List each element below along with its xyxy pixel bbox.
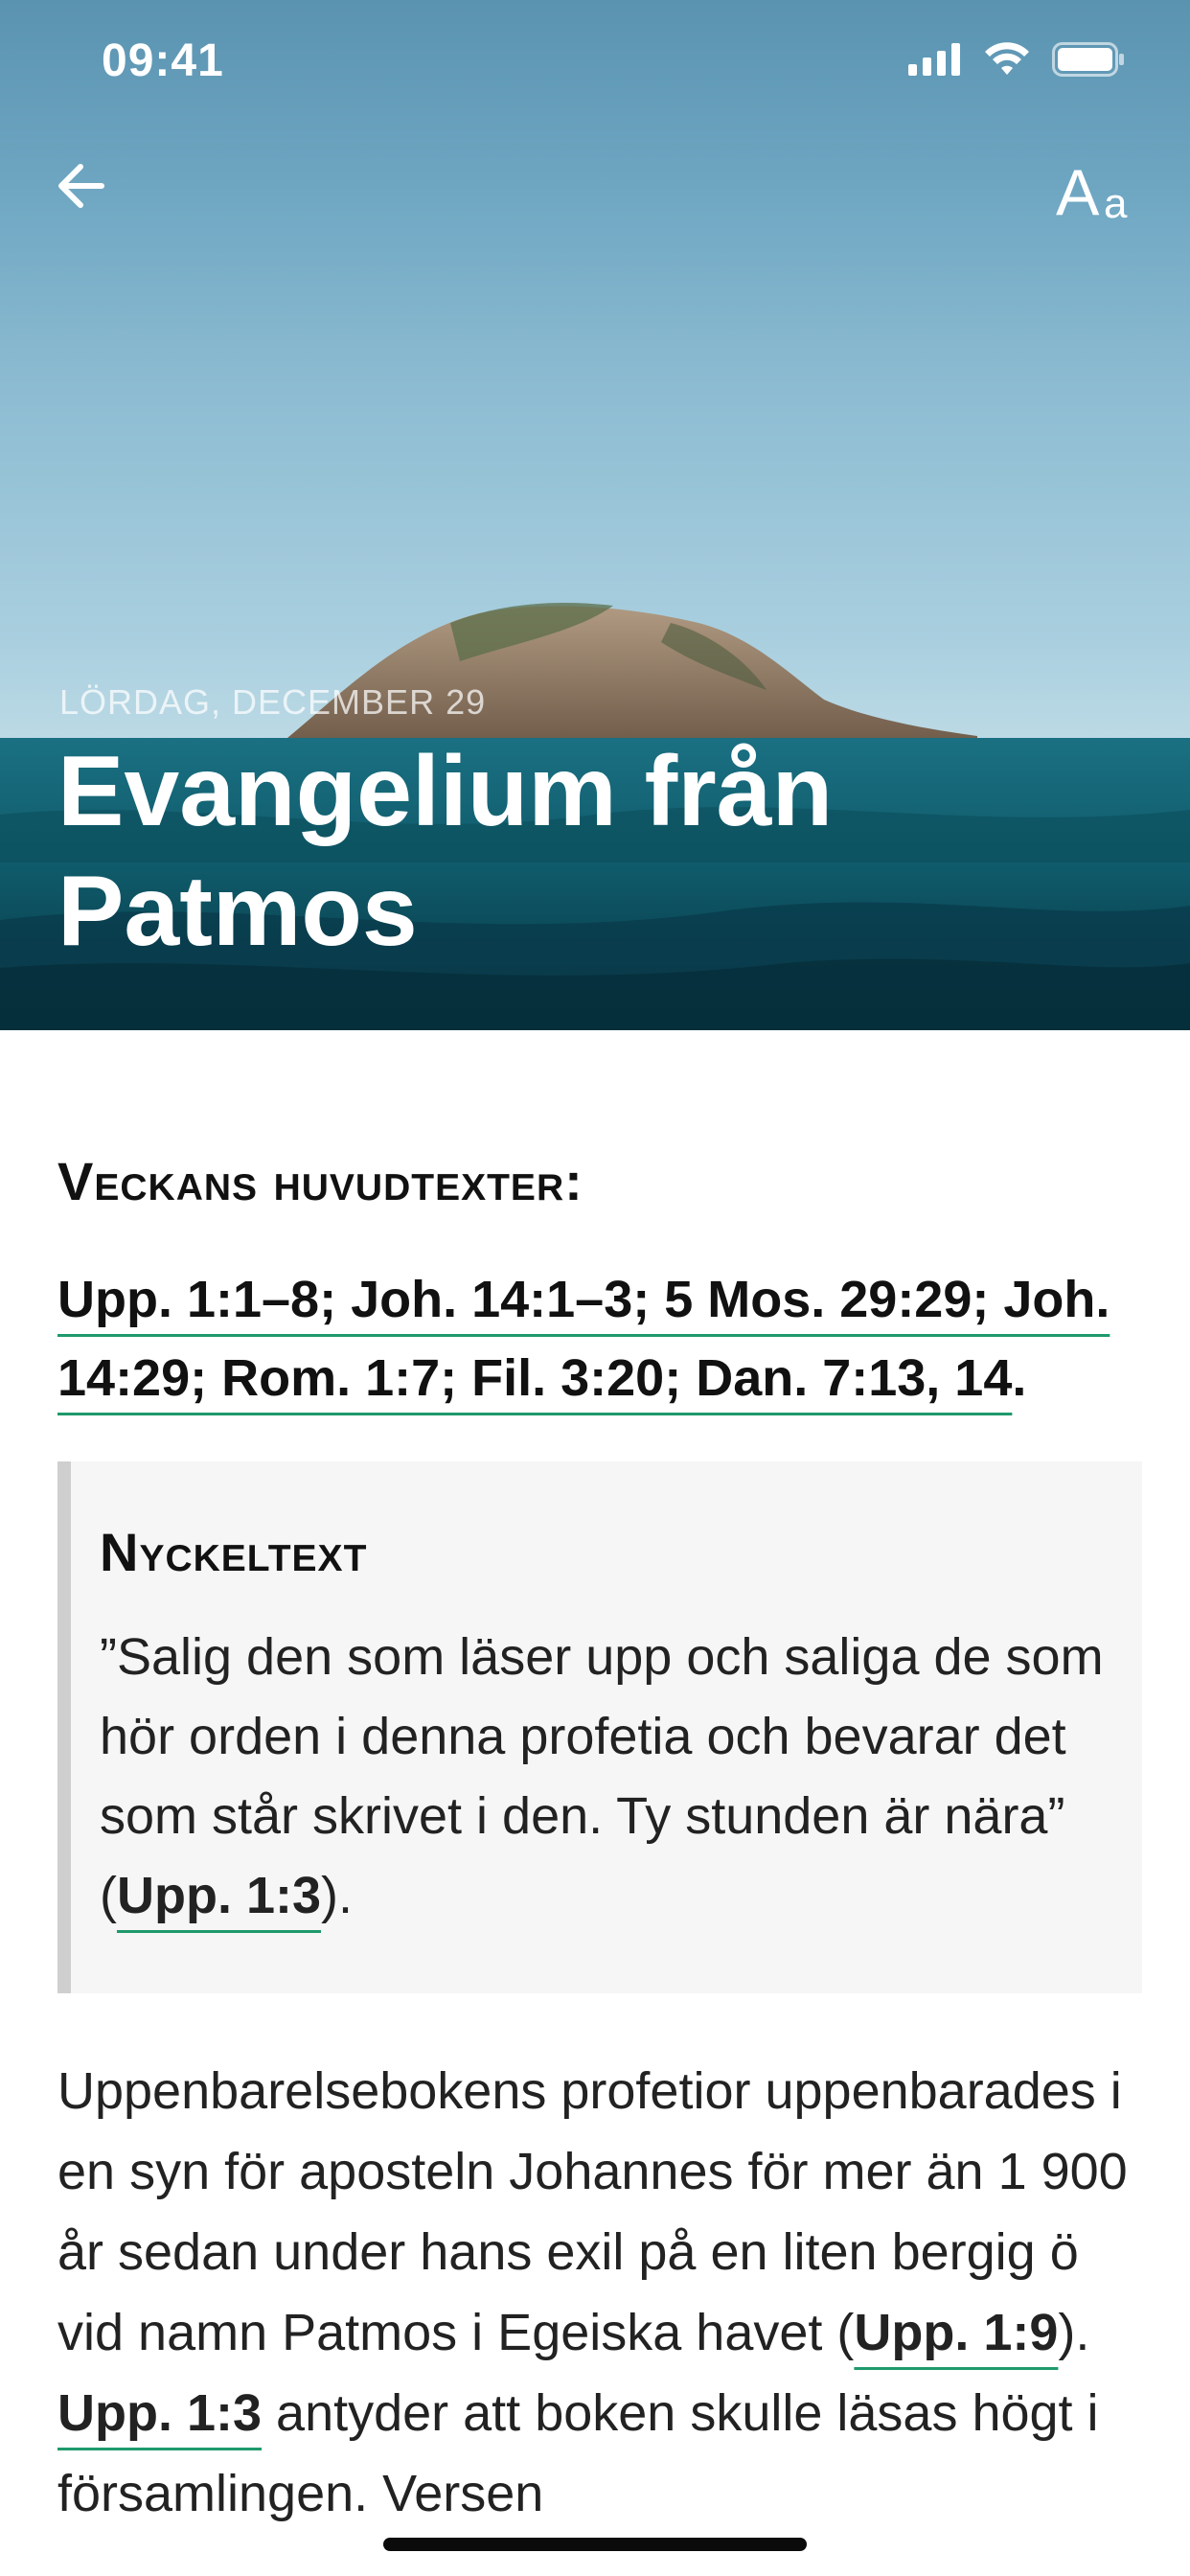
body-ref-2[interactable]: Upp. 1:3 [57,2384,262,2442]
key-text-quote: ”Salig den som läser upp och saliga de s… [100,1618,1104,1936]
wifi-icon [985,42,1029,75]
font-size-button[interactable]: A a [1056,153,1142,230]
key-text-box: Nyckeltext ”Salig den som läser upp och … [57,1461,1142,1993]
main-texts-links[interactable]: Upp. 1:1–8; Joh. 14:1–3; 5 Mos. 29:29; J… [57,1271,1110,1407]
body-ref-1[interactable]: Upp. 1:9 [854,2304,1058,2361]
title-line-2: Patmos [57,856,418,967]
title-line-1: Evangelium från [57,736,834,847]
lesson-date: LÖRDAG, DECEMBER 29 [59,682,487,722]
font-size-label-small: a [1104,180,1128,227]
section-heading: Veckans huvudtexter: [57,1151,584,1211]
main-texts: Upp. 1:1–8; Joh. 14:1–3; 5 Mos. 29:29; J… [57,1260,1133,1417]
back-button[interactable] [50,153,115,218]
status-bar: 09:41 [0,0,1190,125]
body-text-2: ). [1058,2304,1090,2361]
page-title: Evangelium från Patmos [57,732,1016,972]
body-paragraph: Uppenbarelsebokens profetior uppenbarade… [57,2051,1133,2534]
hero-image: 09:41 A a LÖRDAG, DECEMBER 29 Evangelium… [0,0,1190,1030]
lesson-content: Veckans huvudtexter: Upp. 1:1–8; Joh. 14… [57,1150,1142,2534]
key-text-heading: Nyckeltext [100,1522,368,1582]
home-indicator[interactable] [383,2538,807,2551]
status-time: 09:41 [102,35,224,86]
key-text-end: ). [321,1867,354,1924]
status-icons [908,42,1125,77]
refs-period: . [1012,1349,1027,1407]
key-text-ref[interactable]: Upp. 1:3 [117,1867,321,1924]
arrow-left-icon [58,164,104,208]
signal-icon [908,43,960,76]
font-size-label-big: A [1056,156,1100,229]
battery-icon [1052,42,1124,77]
